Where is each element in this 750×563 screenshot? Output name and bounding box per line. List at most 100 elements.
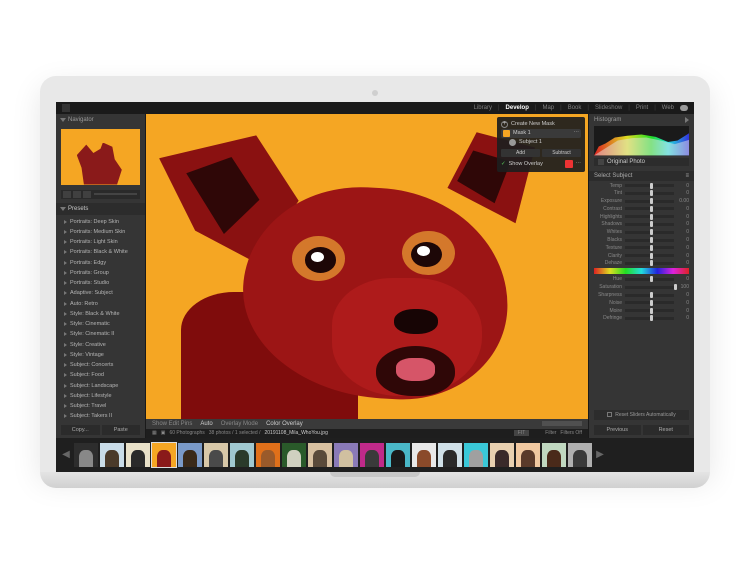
navigator-zoom[interactable] xyxy=(61,190,140,199)
filmstrip-thumb[interactable] xyxy=(178,443,202,467)
filmstrip-thumb[interactable] xyxy=(568,443,592,467)
filmstrip-thumb[interactable] xyxy=(256,443,280,467)
filmstrip-prev[interactable]: ◀ xyxy=(60,449,72,460)
slider-highlights[interactable]: Highlights0 xyxy=(594,214,689,220)
module-library[interactable]: Library xyxy=(474,105,492,111)
filmstrip-thumb[interactable] xyxy=(100,443,124,467)
preset-item[interactable]: Style: Cinematic xyxy=(56,319,145,329)
filmstrip-thumb[interactable] xyxy=(230,443,254,467)
filmstrip-thumb[interactable] xyxy=(152,443,176,467)
checkmark-icon[interactable]: ✓ xyxy=(501,161,506,167)
hue-spectrum[interactable] xyxy=(594,268,689,274)
compare-icon[interactable]: ▣ xyxy=(161,430,166,436)
preset-item[interactable]: Style: Vintage xyxy=(56,350,145,360)
presets-header[interactable]: Presets xyxy=(56,203,145,215)
original-photo-row[interactable]: Original Photo xyxy=(594,158,689,166)
filmstrip-next[interactable]: ▶ xyxy=(594,449,606,460)
filmstrip-thumb[interactable] xyxy=(438,443,462,467)
image-canvas[interactable]: + Create New Mask Mask 1 ⋯ Subject 1 xyxy=(146,114,588,419)
filmstrip-thumb[interactable] xyxy=(204,443,228,467)
preset-item[interactable]: Portraits: Black & White xyxy=(56,247,145,257)
grid-icon[interactable]: ▦ xyxy=(152,430,157,436)
module-map[interactable]: Map xyxy=(542,105,554,111)
mask-subtract-button[interactable]: Subtract xyxy=(542,149,581,157)
app-logo[interactable] xyxy=(62,104,70,112)
auto-label[interactable]: Auto xyxy=(200,421,212,427)
reset-button[interactable]: Reset xyxy=(643,425,690,435)
filmstrip-thumb[interactable] xyxy=(386,443,410,467)
preset-item[interactable]: Subject: Travel xyxy=(56,401,145,411)
create-mask-button[interactable]: + Create New Mask xyxy=(501,120,581,129)
slider-blacks[interactable]: Blacks0 xyxy=(594,237,689,243)
preset-item[interactable]: Auto: Retro xyxy=(56,299,145,309)
kebab-icon[interactable]: ⋯ xyxy=(576,161,582,167)
module-slideshow[interactable]: Slideshow xyxy=(595,105,622,111)
copy-button[interactable]: Copy... xyxy=(61,425,100,435)
navigator-preview[interactable] xyxy=(61,129,140,185)
mask-component[interactable]: Subject 1 xyxy=(501,138,581,147)
preset-item[interactable]: Portraits: Studio xyxy=(56,278,145,288)
slider-dehaze[interactable]: Dehaze0 xyxy=(594,260,689,266)
module-book[interactable]: Book xyxy=(568,105,582,111)
filmstrip-thumb[interactable] xyxy=(490,443,514,467)
slider-whites[interactable]: Whites0 xyxy=(594,229,689,235)
filters-off-label[interactable]: Filters Off xyxy=(560,430,582,436)
preset-item[interactable]: Portraits: Light Skin xyxy=(56,237,145,247)
mask-item[interactable]: Mask 1 ⋯ xyxy=(501,129,581,138)
slider-defringe[interactable]: Defringe0 xyxy=(594,315,689,321)
module-web[interactable]: Web xyxy=(662,105,674,111)
slider-shadows[interactable]: Shadows0 xyxy=(594,221,689,227)
preset-item[interactable]: Style: Creative xyxy=(56,340,145,350)
slider-moire[interactable]: Moire0 xyxy=(594,308,689,314)
menu-icon[interactable]: ≡ xyxy=(685,173,689,179)
slider-noise[interactable]: Noise0 xyxy=(594,300,689,306)
slider-temp[interactable]: Temp0 xyxy=(594,183,689,189)
slider-hue[interactable]: Hue0 xyxy=(594,276,689,282)
filmstrip-thumb[interactable] xyxy=(282,443,306,467)
slider-clarity[interactable]: Clarity0 xyxy=(594,253,689,259)
filmstrip-thumb[interactable] xyxy=(334,443,358,467)
filmstrip-thumb[interactable] xyxy=(308,443,332,467)
preset-item[interactable]: Portraits: Edgy xyxy=(56,258,145,268)
preset-item[interactable]: Subject: Lifestyle xyxy=(56,391,145,401)
histogram-header[interactable]: Histogram xyxy=(589,114,694,126)
done-button[interactable] xyxy=(542,421,582,426)
reset-auto-toggle[interactable]: Reset Sliders Automatically xyxy=(594,410,689,420)
overlay-color-swatch[interactable] xyxy=(565,160,573,168)
slider-saturation[interactable]: Saturation100 xyxy=(594,284,689,290)
slider-texture[interactable]: Texture0 xyxy=(594,245,689,251)
preset-item[interactable]: Subject: Concerts xyxy=(56,360,145,370)
panel-section-header[interactable]: Select Subject ≡ xyxy=(589,171,694,181)
preset-item[interactable]: Portraits: Medium Skin xyxy=(56,227,145,237)
filmstrip-thumb[interactable] xyxy=(464,443,488,467)
cloud-sync-icon[interactable] xyxy=(680,105,688,111)
slider-tint[interactable]: Tint0 xyxy=(594,190,689,196)
preset-item[interactable]: Subject: Food xyxy=(56,370,145,380)
filmstrip-thumb[interactable] xyxy=(126,443,150,467)
color-overlay-label[interactable]: Color Overlay xyxy=(266,421,303,427)
previous-button[interactable]: Previous xyxy=(594,425,641,435)
mask-add-button[interactable]: Add xyxy=(501,149,540,157)
filmstrip-thumb[interactable] xyxy=(516,443,540,467)
paste-button[interactable]: Paste xyxy=(102,425,141,435)
fit-badge[interactable]: FIT xyxy=(514,430,530,436)
preset-item[interactable]: Style: Cinematic II xyxy=(56,329,145,339)
preset-item[interactable]: Style: Black & White xyxy=(56,309,145,319)
filmstrip-thumb[interactable] xyxy=(542,443,566,467)
slider-contrast[interactable]: Contrast0 xyxy=(594,206,689,212)
filmstrip-thumb[interactable] xyxy=(360,443,384,467)
histogram[interactable] xyxy=(594,126,689,156)
filmstrip-thumb[interactable] xyxy=(412,443,436,467)
slider-sharpness[interactable]: Sharpness0 xyxy=(594,292,689,298)
navigator-header[interactable]: Navigator xyxy=(56,114,145,126)
preset-item[interactable]: Portraits: Group xyxy=(56,268,145,278)
filmstrip-thumb[interactable] xyxy=(74,443,98,467)
preset-item[interactable]: Subject: Landscape xyxy=(56,381,145,391)
preset-item[interactable]: Subject: Takers II xyxy=(56,411,145,421)
preset-item[interactable]: Portraits: Deep Skin xyxy=(56,217,145,227)
module-print[interactable]: Print xyxy=(636,105,648,111)
preset-item[interactable]: Adaptive: Subject xyxy=(56,288,145,298)
module-develop[interactable]: Develop xyxy=(506,105,529,111)
slider-exposure[interactable]: Exposure0.00 xyxy=(594,198,689,204)
kebab-icon[interactable]: ⋯ xyxy=(574,130,580,136)
